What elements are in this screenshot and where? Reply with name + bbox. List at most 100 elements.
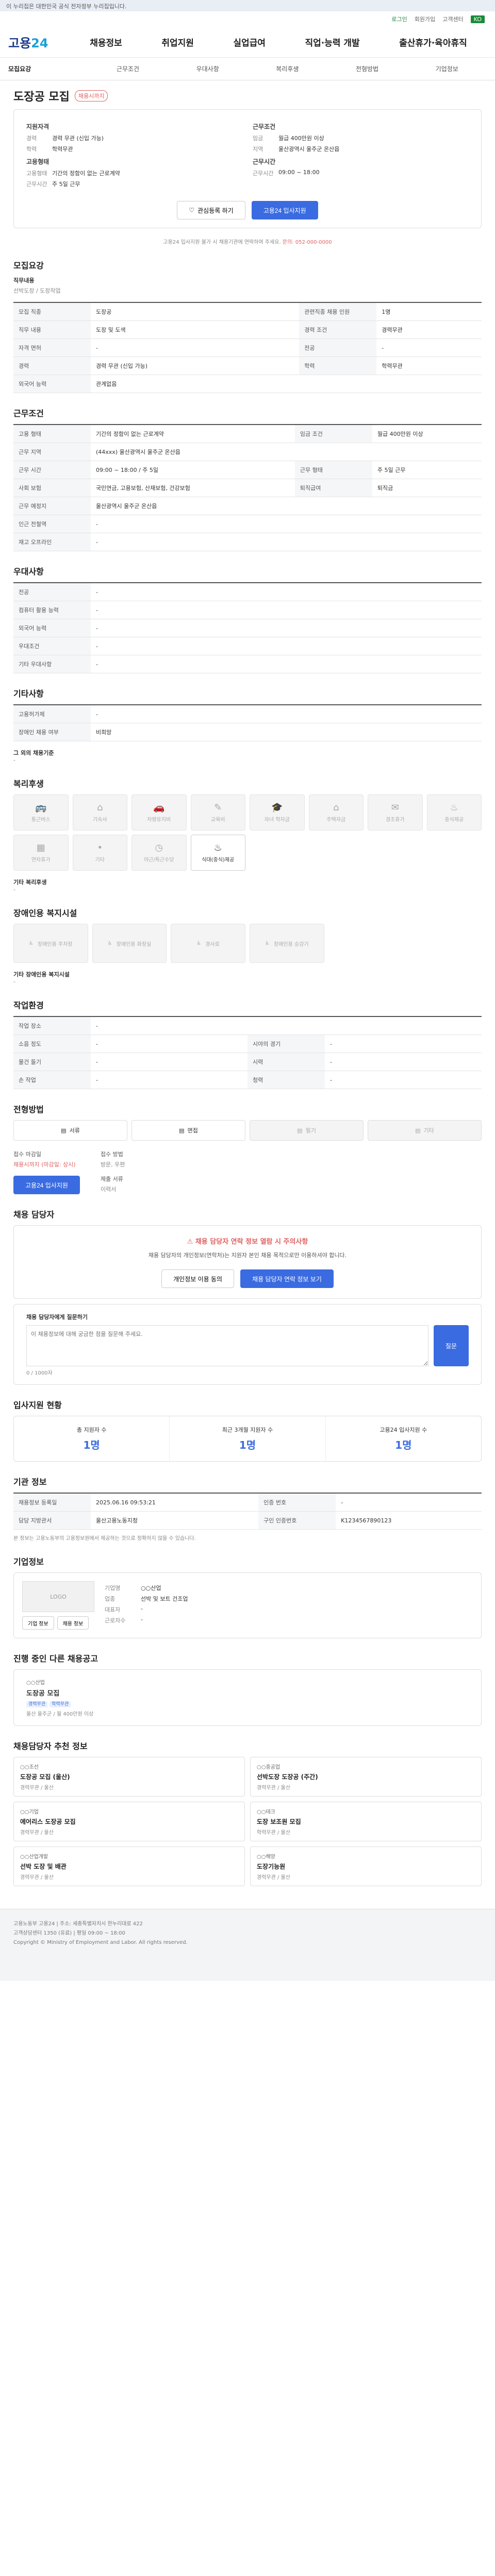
- table-row: 손 작업 - 청력 -: [13, 1071, 482, 1089]
- language-badge[interactable]: KO: [470, 15, 485, 23]
- recommend-card[interactable]: ○○조선 도장공 모집 (울산) 경력무관 / 울산: [13, 1757, 245, 1797]
- tab-company[interactable]: 기업정보: [407, 64, 487, 73]
- recommend-card[interactable]: ○○테크 도장 보조원 모집 학력무관 / 울산: [250, 1802, 482, 1841]
- table-label: 자격 면허: [13, 338, 91, 357]
- welfare-label: 자녀 학자금: [264, 817, 290, 823]
- similar-title: 도장공 모집: [26, 1690, 60, 1698]
- table-label: 고용 형태: [13, 425, 91, 443]
- book-icon: ✎: [214, 802, 222, 813]
- recommend-card[interactable]: ○○중공업 선박도장 도장공 (주간) 경력무관 / 울산: [250, 1757, 482, 1797]
- recommend-title: 선박 도장 및 배관: [20, 1863, 67, 1870]
- apply-button[interactable]: 고용24 입사지원: [251, 201, 318, 219]
- menu-jobs[interactable]: 채용정보: [90, 36, 122, 48]
- table-row: 근무 지역 (44xxx) 울산광역시 울주군 온산읍: [13, 443, 482, 461]
- table-label: 작업 장소: [13, 1016, 91, 1035]
- table-row: 기타 우대사항 -: [13, 655, 482, 673]
- interest-button[interactable]: ♡ 관심등록 하기: [177, 201, 245, 219]
- footer-line: Copyright © Ministry of Employment and L…: [13, 1940, 188, 1945]
- table-row: 외국어 능력 관계없음: [13, 375, 482, 393]
- house-icon: ⌂: [333, 802, 339, 813]
- preference-heading: 우대사항: [13, 567, 44, 577]
- apply-button-2[interactable]: 고용24 입사지원: [13, 1176, 80, 1194]
- table-value: K1234567890123: [336, 1511, 482, 1530]
- welfare-label: 교육비: [210, 817, 225, 823]
- company-info-button[interactable]: 기업 정보: [22, 1616, 54, 1630]
- table-value: 국민연금, 고용보험, 산재보험, 건강보험: [91, 479, 295, 497]
- similar-card[interactable]: ○○산업 도장공 모집 경력무관 학력무관 울산 울주군 / 월 400만원 이상: [13, 1669, 482, 1726]
- other-heading: 기타사항: [13, 689, 44, 699]
- view-contact-button[interactable]: 채용 담당자 연락 정보 보기: [240, 1269, 334, 1288]
- stats-heading: 입사지원 현황: [13, 1400, 62, 1410]
- logo-main: 고용: [8, 36, 31, 50]
- tab-preference[interactable]: 우대사항: [168, 64, 248, 73]
- table-label: 근무 예정지: [13, 497, 91, 515]
- table-row: 경력 경력 무관 (신입 가능) 학력 학력무관: [13, 357, 482, 375]
- menu-unemployment[interactable]: 실업급여: [233, 36, 266, 48]
- table-value: 도장공: [91, 302, 300, 321]
- stats-box: 총 지원자 수 1명 최근 3개월 지원자 수 1명 고용24 입사지원 수 1명: [13, 1416, 482, 1462]
- table-row: 재고 오프라인 -: [13, 533, 482, 551]
- table-row: 인근 전철역 -: [13, 515, 482, 533]
- company-row: 대표자 -: [105, 1605, 473, 1614]
- table-value: 1명: [376, 302, 482, 321]
- facility-grid: ♿ 장애인용 주차장 ♿ 장애인용 화장실 ♿ 경사로 ♿ 장애인용 승강기: [13, 924, 482, 963]
- table-value: -: [91, 533, 482, 551]
- table-label: 컴퓨터 활용 능력: [13, 601, 91, 619]
- recommend-card[interactable]: ○○해양 도장기능원 경력무관 / 울산: [250, 1846, 482, 1886]
- gift-icon: ✉: [391, 802, 399, 813]
- table-value: 경력무관: [376, 320, 482, 339]
- help-link[interactable]: 고객센터: [442, 15, 463, 23]
- site-logo[interactable]: 고용24: [8, 33, 70, 51]
- stat-value: 1명: [395, 1439, 412, 1451]
- question-input[interactable]: [26, 1325, 428, 1366]
- table-row: 장애인 채용 여부 비희망: [13, 723, 482, 741]
- kv-value: 주 5일 근무: [52, 181, 80, 188]
- chip: 학력무관: [50, 1701, 71, 1707]
- table-value: 비희망: [91, 723, 482, 741]
- recommend-card[interactable]: ○○산업개발 선박 도장 및 배관 경력무관 / 울산: [13, 1846, 245, 1886]
- recommend-company: ○○기업: [20, 1809, 39, 1815]
- selection-details: 접수 마감일 채용시까지 (마감일: 상시) 고용24 입사지원 접수 방법 방…: [13, 1150, 482, 1194]
- other-table: 고용허가제 - 장애인 채용 여부 비희망: [13, 704, 482, 741]
- selection-methods: ▤ 서류 ▤ 면접 ▤ 필기 ▤ 기타: [13, 1120, 482, 1141]
- table-label: 근무 지역: [13, 443, 91, 461]
- recommend-meta: 경력무관 / 울산: [257, 1875, 290, 1880]
- tab-recruit[interactable]: 모집요강: [8, 64, 88, 73]
- table-label: 모집 직종: [13, 302, 91, 321]
- consent-button[interactable]: 개인정보 이용 동의: [161, 1269, 235, 1288]
- table-label: 우대조건: [13, 637, 91, 655]
- utility-bar: 로그인 회원가입 고객센터 KO: [0, 11, 495, 27]
- recommend-meta: 학력무관 / 울산: [257, 1830, 290, 1836]
- table-value: -: [91, 1035, 248, 1053]
- document-icon: ▤: [297, 1127, 303, 1134]
- question-submit-button[interactable]: 질문: [433, 1325, 469, 1366]
- recommend-card[interactable]: ○○기업 에어리스 도장공 모집 경력무관 / 울산: [13, 1802, 245, 1841]
- table-row: 사회 보험 국민연금, 고용보험, 산재보험, 건강보험 퇴직급여 퇴직금: [13, 479, 482, 497]
- company-label: 업종: [105, 1596, 116, 1602]
- login-link[interactable]: 로그인: [391, 15, 407, 23]
- table-value: 학력무관: [376, 357, 482, 375]
- stat-item: 최근 3개월 지원자 수 1명: [170, 1416, 326, 1461]
- welfare-item: ✎ 교육비: [190, 794, 245, 831]
- signup-link[interactable]: 회원가입: [415, 15, 435, 23]
- company-jobs-button[interactable]: 채용 정보: [57, 1616, 89, 1630]
- footer: 고용노동부 고용24 | 주소: 세종특별자치시 한누리대로 422 고객상담센…: [0, 1909, 495, 1981]
- menu-training[interactable]: 직업·능력 개발: [305, 36, 359, 48]
- table-row: 컴퓨터 활용 능력 -: [13, 601, 482, 619]
- table-value: -: [91, 655, 482, 673]
- table-value: -: [325, 1071, 482, 1089]
- menu-leave[interactable]: 출산휴가·육아휴직: [399, 36, 467, 48]
- table-value: -: [91, 705, 482, 723]
- table-label: 시야의 경기: [248, 1035, 325, 1053]
- tab-welfare[interactable]: 복리후생: [248, 64, 327, 73]
- tab-selection[interactable]: 전형방법: [327, 64, 407, 73]
- table-value: -: [325, 1053, 482, 1071]
- tab-conditions[interactable]: 근무조건: [88, 64, 168, 73]
- table-label: 경력 조건: [299, 320, 377, 339]
- menu-employment-support[interactable]: 취업지원: [161, 36, 194, 48]
- table-value: 경력 무관 (신입 가능): [91, 357, 300, 375]
- table-row: 우대조건 -: [13, 637, 482, 655]
- recommend-company: ○○조선: [20, 1765, 39, 1770]
- table-label: 경력: [13, 357, 91, 375]
- table-label: 담당 지방관서: [13, 1511, 91, 1530]
